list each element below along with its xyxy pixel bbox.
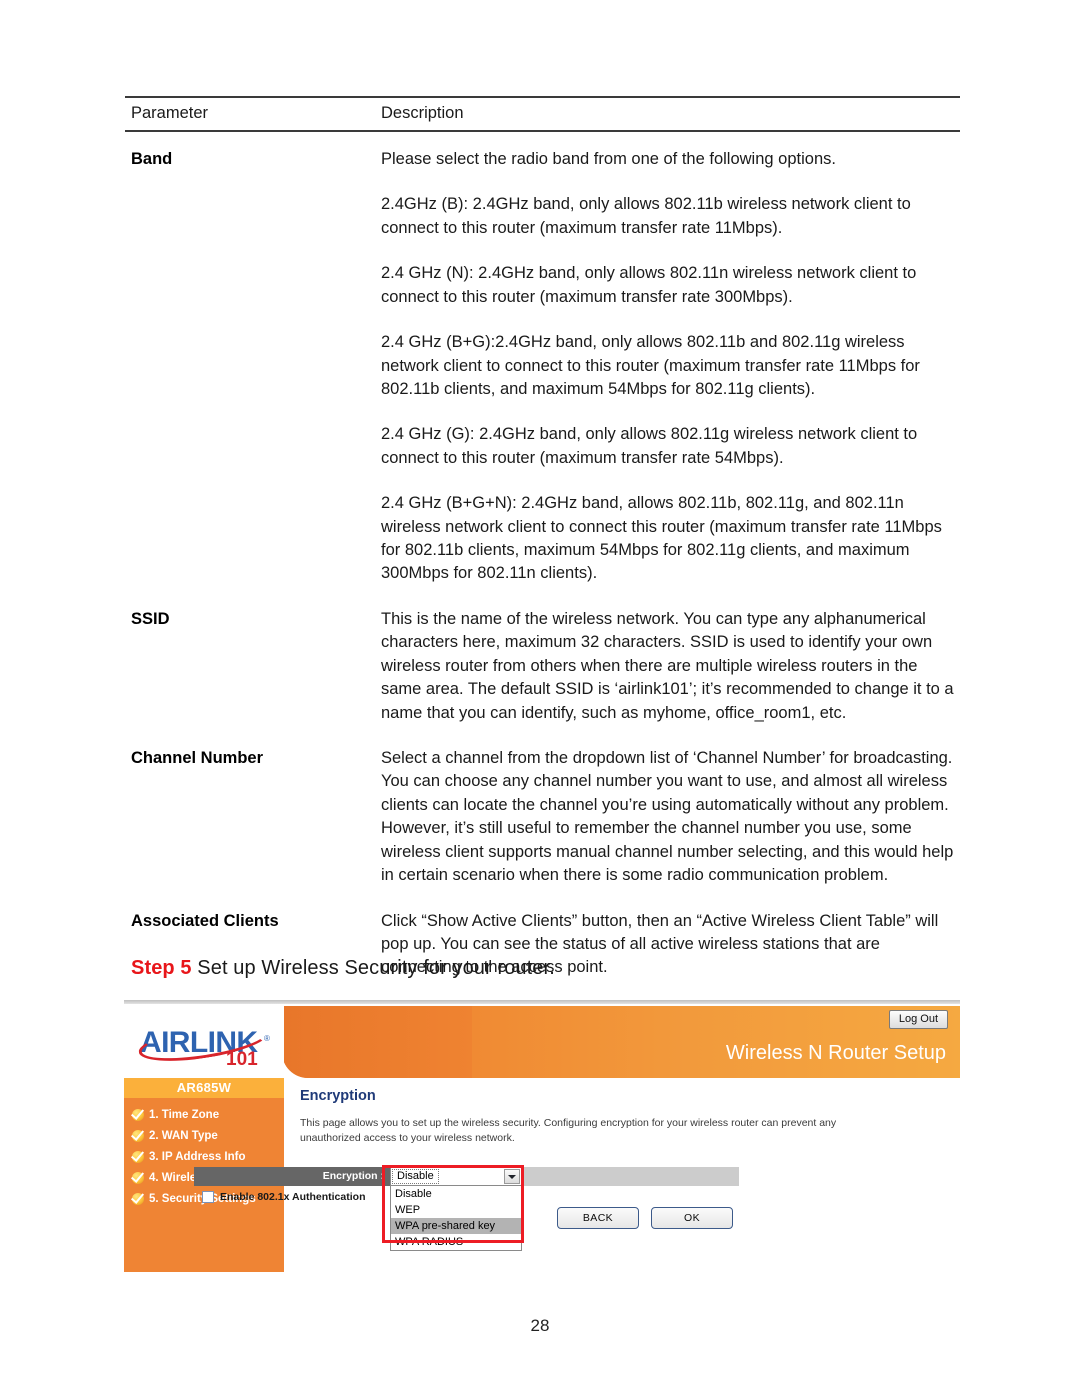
paragraph: 2.4 GHz (B+G+N): 2.4GHz band, allows 802…	[381, 494, 942, 583]
step-keyword: Step 5	[131, 957, 192, 979]
ok-button[interactable]: OK	[651, 1207, 733, 1229]
encryption-select-box[interactable]: Disable	[390, 1167, 522, 1186]
paragraph: Select a channel from the dropdown list …	[381, 749, 954, 885]
row-label-channel-number: Channel Number	[131, 749, 264, 768]
enable-8021x-authentication-checkbox-row[interactable]: Enable 802.1x Authentication	[202, 1191, 365, 1203]
table-header-row: Parameter Description	[125, 98, 960, 128]
step-heading: Step 5 Set up Wireless Security for your…	[131, 957, 555, 980]
encryption-field-label: Encryption :	[322, 1170, 384, 1182]
column-header-description: Description	[381, 104, 464, 122]
check-icon	[130, 1126, 145, 1142]
encryption-heading: Encryption	[300, 1088, 376, 1104]
enable-8021x-authentication-label: Enable 802.1x Authentication	[220, 1191, 366, 1203]
page-number: 28	[530, 1316, 550, 1335]
row-label-associated-clients: Associated Clients	[131, 911, 279, 930]
logo-101-suffix: 101	[226, 1049, 258, 1070]
encryption-option-disable[interactable]: Disable	[391, 1186, 521, 1202]
router-content-panel: Encryption This page allows you to set u…	[300, 1088, 950, 1146]
table-row: Channel Number Select a channel from the…	[125, 747, 960, 888]
chevron-down-icon[interactable]	[504, 1169, 520, 1184]
sidebar-item-label: 1. Time Zone	[149, 1108, 220, 1121]
check-icon	[130, 1189, 145, 1205]
sidebar-model-title: AR685W	[124, 1078, 284, 1098]
logo-container: AIRLINK ® 101	[124, 1004, 284, 1078]
paragraph: 2.4 GHz (G): 2.4GHz band, only allows 80…	[381, 425, 918, 467]
paragraph: 2.4GHz (B): 2.4GHz band, only allows 802…	[381, 195, 911, 237]
row-label-band: Band	[131, 150, 173, 168]
encryption-field-row: Encryption : Disable Disable WEP WPA pre…	[194, 1167, 739, 1251]
encryption-option-list[interactable]: Disable WEP WPA pre-shared key WPA RADIU…	[390, 1186, 522, 1251]
encryption-row-filler	[524, 1167, 739, 1186]
check-icon	[130, 1168, 145, 1184]
airlink-logo: AIRLINK ® 101	[136, 1012, 280, 1074]
sidebar-item-time-zone[interactable]: 1. Time Zone	[130, 1104, 284, 1125]
table-row: Band Please select the radio band from o…	[125, 148, 960, 586]
form-button-row: BACK OK	[557, 1207, 733, 1229]
table-body: Band Please select the radio band from o…	[125, 132, 960, 980]
row-description-channel-number: Select a channel from the dropdown list …	[381, 747, 960, 888]
enable-8021x-authentication-checkbox[interactable]	[202, 1191, 214, 1203]
sidebar-item-ip-address-info[interactable]: 3. IP Address Info	[130, 1146, 284, 1167]
paragraph: Please select the radio band from one of…	[381, 150, 836, 168]
router-ui-header: AIRLINK ® 101 Wireless N Router Setup Lo…	[124, 1004, 960, 1078]
paragraph: 2.4 GHz (B+G):2.4GHz band, only allows 8…	[381, 333, 920, 398]
encryption-option-wpa-pre-shared-key[interactable]: WPA pre-shared key	[391, 1218, 521, 1234]
table-row: SSID This is the name of the wireless ne…	[125, 608, 960, 725]
step-text: Set up Wireless Security for your router…	[191, 957, 555, 979]
encryption-selected-value: Disable	[392, 1169, 439, 1184]
parameter-description-table: Parameter Description Band Please select…	[125, 96, 960, 1008]
encryption-option-wpa-radius[interactable]: WPA RADIUS	[391, 1234, 521, 1250]
column-header-parameter: Parameter	[131, 104, 209, 122]
row-spacer	[125, 725, 960, 747]
sidebar-item-label: 2. WAN Type	[149, 1129, 218, 1142]
logout-button[interactable]: Log Out	[888, 1010, 948, 1030]
row-spacer	[125, 888, 960, 910]
router-setup-title: Wireless N Router Setup	[725, 1042, 946, 1064]
encryption-option-wep[interactable]: WEP	[391, 1202, 521, 1218]
paragraph: 2.4 GHz (N): 2.4GHz band, only allows 80…	[381, 264, 917, 306]
encryption-select[interactable]: Disable Disable WEP WPA pre-shared key W…	[390, 1167, 522, 1251]
back-button[interactable]: BACK	[557, 1207, 639, 1229]
header-orange-band-shade	[282, 1006, 472, 1078]
encryption-label-bar: Encryption :	[194, 1167, 390, 1186]
row-description-band: Please select the radio band from one of…	[381, 148, 960, 586]
sidebar-item-label: 3. IP Address Info	[149, 1150, 246, 1163]
check-icon	[130, 1105, 145, 1121]
check-icon	[130, 1147, 145, 1163]
paragraph: This is the name of the wireless network…	[381, 609, 954, 722]
router-web-ui-screenshot: AIRLINK ® 101 Wireless N Router Setup Lo…	[124, 1000, 960, 1290]
encryption-description: This page allows you to set up the wirel…	[300, 1117, 837, 1145]
sidebar-item-wan-type[interactable]: 2. WAN Type	[130, 1125, 284, 1146]
document-page: Parameter Description Band Please select…	[0, 0, 1080, 1397]
row-spacer	[125, 586, 960, 608]
row-description-ssid: This is the name of the wireless network…	[381, 608, 960, 725]
row-label-ssid: SSID	[131, 609, 170, 628]
